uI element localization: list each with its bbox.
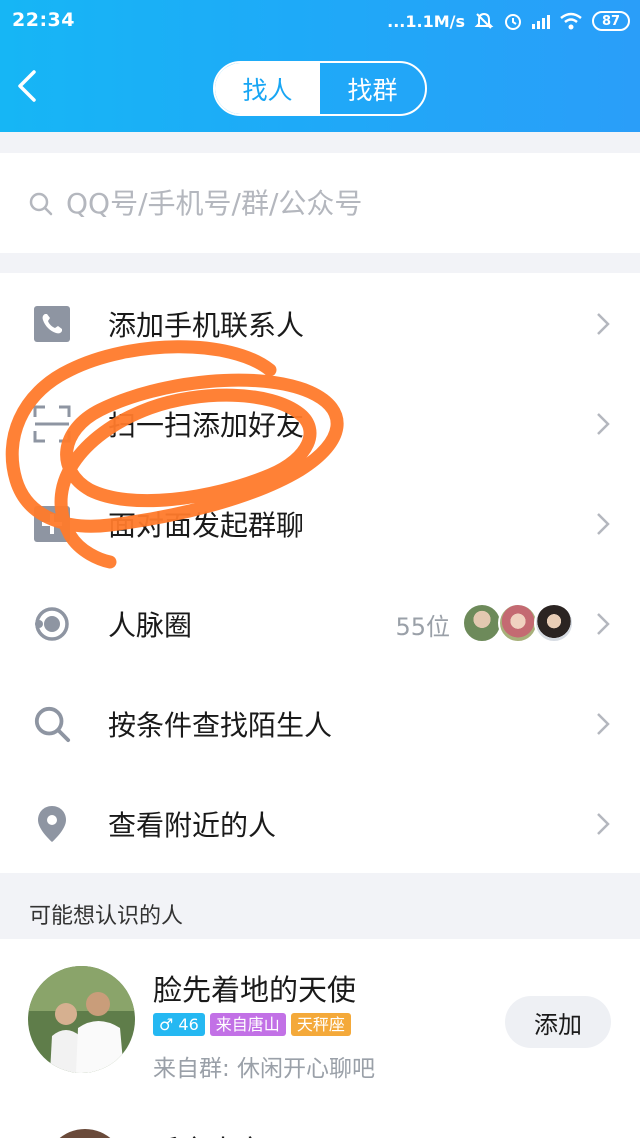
network-avatars	[462, 603, 574, 643]
city-tag: 来自唐山	[209, 1013, 286, 1036]
next-person-preview: 千亩赤安 1548945050	[153, 1129, 452, 1138]
status-bar: 22:34 ...1.1M/s 87	[0, 0, 640, 44]
search-bar	[0, 153, 640, 253]
scan-icon	[33, 405, 71, 443]
signal-icon	[532, 13, 550, 29]
chevron-right-icon	[597, 513, 610, 535]
menu-item-label: 添加手机联系人	[108, 309, 305, 342]
avatar	[534, 603, 574, 643]
chevron-right-icon	[597, 313, 610, 335]
menu-item-label: 查看附近的人	[108, 809, 277, 842]
mute-icon	[474, 12, 494, 29]
search-icon	[29, 192, 53, 216]
header-bar: 22:34 ...1.1M/s 87 找人 找群	[0, 0, 640, 132]
suggested-person-card[interactable]: 脸先着地的天使 ♂ 46 来自唐山 天秤座 来自群: 休闲开心聊吧 添加 千亩赤…	[0, 939, 640, 1138]
menu-item-label: 扫一扫添加好友	[108, 409, 305, 442]
menu-item-label: 人脉圈	[108, 609, 193, 642]
tab-find-people[interactable]: 找人	[215, 63, 320, 114]
wifi-icon	[560, 12, 582, 30]
back-arrow-icon[interactable]	[14, 66, 42, 106]
tab-find-groups[interactable]: 找群	[320, 63, 425, 114]
location-pin-icon	[33, 805, 71, 843]
chevron-right-icon	[597, 713, 610, 735]
menu-item-scan[interactable]: 扫一扫添加好友	[0, 373, 640, 473]
menu-item-label: 面对面发起群聊	[108, 509, 305, 542]
search-input[interactable]	[66, 179, 606, 227]
avatar	[28, 966, 135, 1073]
menu-item-label: 按条件查找陌生人	[108, 709, 333, 742]
person-name: 脸先着地的天使	[153, 973, 357, 1007]
face-to-face-icon	[33, 505, 71, 543]
avatar	[45, 1129, 125, 1138]
avatar	[498, 603, 538, 643]
person-source: 来自群: 休闲开心聊吧	[153, 1056, 376, 1082]
add-friend-button[interactable]: 添加	[505, 996, 611, 1048]
menu-item-search-strangers[interactable]: 按条件查找陌生人	[0, 673, 640, 773]
menu-item-network[interactable]: 人脉圈 55位	[0, 573, 640, 673]
segmented-control: 找人 找群	[213, 61, 427, 116]
phone-icon	[33, 305, 71, 343]
battery-icon: 87	[592, 11, 630, 31]
zodiac-tag: 天秤座	[290, 1013, 351, 1036]
chevron-right-icon	[597, 413, 610, 435]
network-speed: ...1.1M/s	[387, 11, 465, 31]
menu-item-phone-contacts[interactable]: 添加手机联系人	[0, 273, 640, 373]
search-icon	[33, 705, 71, 743]
section-title: 可能想认识的人	[29, 904, 184, 929]
alarm-icon	[505, 14, 521, 30]
network-count: 55位	[395, 613, 450, 641]
chevron-right-icon	[597, 813, 610, 835]
menu-item-face-to-face[interactable]: 面对面发起群聊	[0, 473, 640, 573]
status-time: 22:34	[12, 9, 75, 31]
person-tags: ♂ 46 来自唐山 天秤座	[153, 1013, 351, 1036]
menu-item-nearby[interactable]: 查看附近的人	[0, 773, 640, 873]
network-icon	[33, 605, 71, 643]
status-indicators: ...1.1M/s 87	[387, 7, 630, 35]
add-contacts-screen: 22:34 ...1.1M/s 87 找人 找群 添加手机联系人	[0, 0, 640, 1138]
gender-age-tag: ♂ 46	[153, 1013, 205, 1036]
add-friend-menu: 添加手机联系人 扫一扫添加好友 面对面发起群聊 人脉圈 55位 按条件查找陌生人…	[0, 273, 640, 873]
chevron-right-icon	[597, 613, 610, 635]
avatar	[462, 603, 502, 643]
